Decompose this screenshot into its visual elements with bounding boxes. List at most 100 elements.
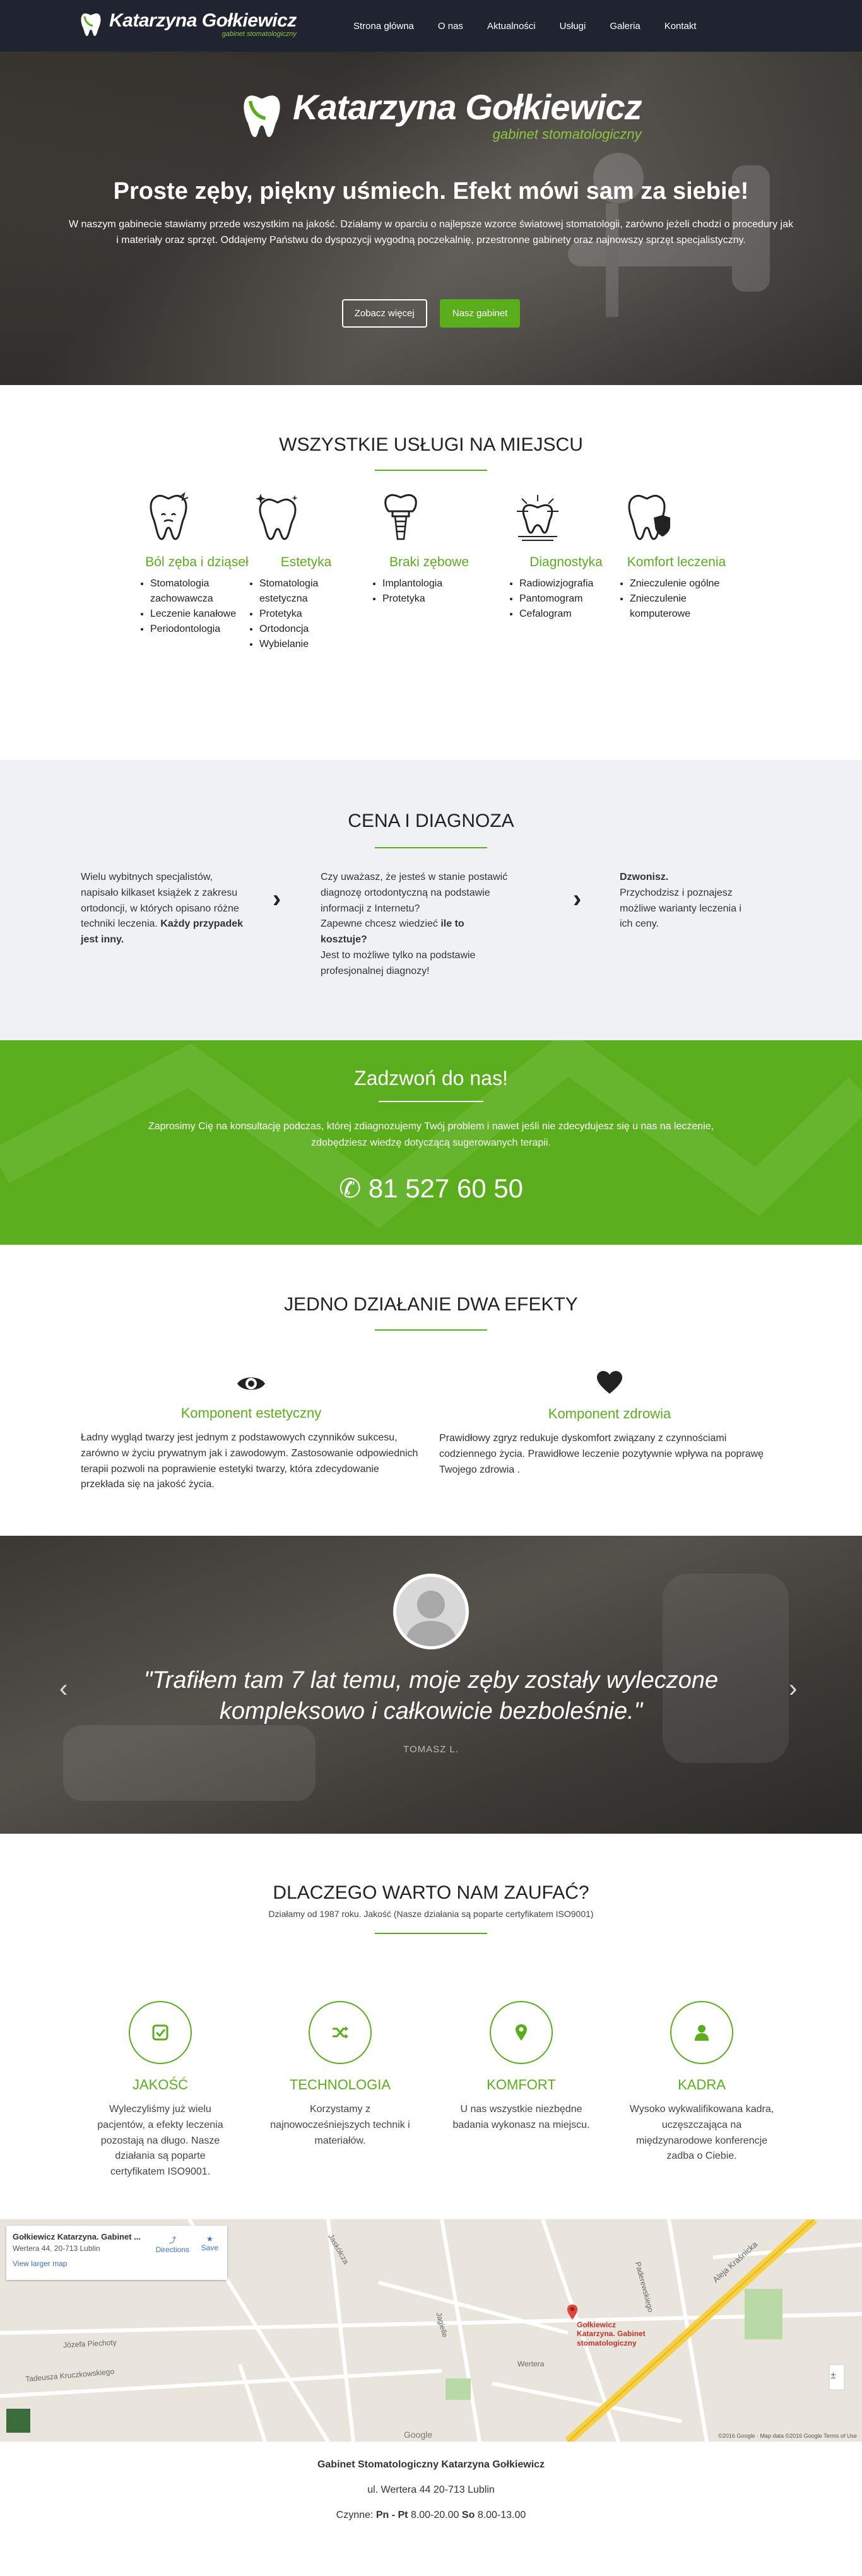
feature-text: U nas wszystkie niezbędne badania wykona… [452, 2104, 590, 2130]
service-list-item: Wybielanie [259, 637, 369, 652]
feature-title: JAKOŚĆ [132, 2077, 189, 2092]
phone-number-text: 81 527 60 50 [368, 1173, 524, 1203]
view-larger-map-link[interactable]: View larger map [13, 2259, 67, 2268]
service-title: Diagnostyka [529, 555, 603, 569]
service-list-item: Znieczulenie ogólne [630, 576, 740, 591]
phone-icon: ✆ [338, 1173, 362, 1203]
directions-button[interactable]: ⤴ Directions [156, 2235, 189, 2254]
map-place-address: Wertera 44, 20-713 Lublin [13, 2244, 100, 2253]
service-list-item: Pantomogram [519, 591, 629, 607]
see-more-button[interactable]: Zobacz więcej [341, 299, 427, 328]
nav-services[interactable]: Usługi [560, 21, 586, 32]
call-section: Zadzwoń do nas! Zaprosimy Cię na konsult… [0, 1040, 862, 1245]
save-button[interactable]: ★ Save [201, 2235, 218, 2252]
hero-buttons: Zobacz więcej Nasz gabinet [0, 299, 862, 328]
hours-label: Czynne: [336, 2510, 374, 2520]
our-office-button[interactable]: Nasz gabinet [439, 299, 521, 328]
footer-name: Gabinet Stomatologiczny Katarzyna Gołkie… [317, 2459, 545, 2470]
services-title: WSZYSTKIE USŁUGI NA MIEJSCU [279, 434, 583, 455]
hero-logo-subtitle: gabinet stomatologiczny [492, 126, 642, 142]
service-title: Braki zębowe [389, 555, 469, 569]
user-icon [670, 2001, 733, 2064]
feature-text: Wysoko wykwalifikowana kadra, uczęszczaj… [629, 2104, 774, 2162]
service-list-item: Znieczulenie komputerowe [630, 591, 740, 622]
call-text: Zaprosimy Cię na konsultację podczas, kt… [148, 1121, 714, 1148]
map-pin-icon[interactable] [567, 2304, 578, 2320]
service-list-item: Radiowizjografia [519, 576, 629, 591]
service-list-item: Cefalogram [519, 607, 629, 622]
hero-section: Katarzyna Gołkiewicz gabinet stomatologi… [0, 52, 862, 385]
nav-about[interactable]: O nas [438, 21, 463, 32]
testimonial-author: TOMASZ L. [403, 1744, 459, 1755]
health-text: Prawidłowy zgryz redukuje dyskomfort zwi… [439, 1433, 764, 1475]
footer: Gabinet Stomatologiczny Katarzyna Gołkie… [0, 2459, 862, 2521]
pricing-underline [375, 847, 487, 848]
aesthetic-component: Komponent estetyczny Ładny wygląd twarzy… [81, 1370, 422, 1493]
nav-gallery[interactable]: Galeria [610, 21, 640, 32]
carousel-prev-arrow[interactable]: ‹ [59, 1675, 68, 1703]
location-icon [490, 2001, 553, 2064]
feature-technology: TECHNOLOGIA Korzystamy z najnowocześniej… [268, 2001, 413, 2149]
dental-chair-background [568, 153, 770, 317]
street-label: Wertera [517, 2359, 545, 2368]
check-icon [129, 2001, 192, 2064]
service-list-item: Stomatologia estetyczna [259, 576, 369, 607]
nav-news[interactable]: Aktualności [487, 21, 536, 32]
pricing-col-3: Dzwonisz. Przychodzisz i poznajesz możli… [620, 870, 746, 932]
aesthetic-title: Komponent estetyczny [180, 1405, 322, 1421]
call-title: Zadzwoń do nas! [354, 1067, 508, 1089]
avatar [393, 1574, 469, 1649]
pricing-col-1: Wielu wybitnych specjalistów, napisało k… [81, 870, 245, 948]
footer-address: ul. Wertera 44 20-713 Lublin [367, 2484, 495, 2495]
feature-text: Wyleczyliśmy już wielu pacjentów, a efek… [97, 2104, 223, 2178]
phone-number[interactable]: ✆ 81 527 60 50 [0, 1173, 862, 1204]
call-underline [379, 1101, 483, 1102]
feature-comfort: KOMFORT U nas wszystkie niezbędne badani… [449, 2001, 594, 2134]
health-title: Komponent zdrowia [548, 1406, 671, 1422]
directions-label: Directions [155, 2245, 189, 2254]
hours-time-2: 8.00-13.00 [477, 2510, 526, 2520]
service-list-item: Implantologia [382, 576, 492, 591]
pricing-col3-bold: Dzwonisz. [620, 872, 669, 882]
carousel-next-arrow[interactable]: › [789, 1675, 797, 1703]
pricing-title: CENA I DIAGNOZA [348, 810, 514, 831]
feature-quality: JAKOŚĆ Wyleczyliśmy już wielu pacjentów,… [88, 2001, 233, 2180]
service-list-item: Protetyka [259, 607, 369, 622]
hero-title: Proste zęby, piękny uśmiech. Efekt mówi … [113, 178, 749, 205]
pricing-col3-text: Przychodzisz i poznajesz możliwe wariant… [620, 887, 741, 930]
directions-icon: ⤴ [168, 2236, 177, 2245]
map-pin-label: Gołkiewicz Katarzyna. Gabinet stomatolog… [577, 2320, 646, 2347]
service-title: Komfort leczenia [627, 555, 726, 569]
service-item: Diagnostyka Radiowizjografia Pantomogram… [503, 492, 629, 622]
service-item: Estetyka Stomatologia estetyczna Protety… [243, 492, 369, 652]
pricing-col2-c: Jest to możliwe tylko na podstawie profe… [321, 949, 476, 976]
pricing-col2-b: Zapewne chcesz wiedzieć [321, 918, 438, 930]
nav-home[interactable]: Strona główna [353, 21, 414, 32]
tooth-sparkle-icon [256, 494, 298, 540]
map-info-card: Gołkiewicz Katarzyna. Gabinet ... Werter… [6, 2226, 227, 2280]
service-item: Ból zęba i dziąseł Stomatologia zachowaw… [134, 492, 260, 637]
svg-text:Google: Google [404, 2430, 432, 2440]
feature-text: Korzystamy z najnowocześniejszych techni… [270, 2104, 410, 2146]
service-title: Estetyka [280, 555, 332, 569]
tooth-implant-icon [384, 494, 417, 540]
hero-logo-first: Katarzyna [293, 87, 457, 127]
why-subtitle: Działamy od 1987 roku. Jakość (Nasze dzi… [268, 1909, 594, 1919]
testimonial-quote: "Trafiłem tam 7 lat temu, moje zęby zost… [143, 1667, 719, 1725]
google-map[interactable]: ± Google Jaskółcza Aleja Kraśnicka Werte… [0, 2219, 862, 2442]
hero-text: W naszym gabinecie stawiamy przede wszys… [68, 219, 794, 246]
aesthetic-text: Ładny wygląd twarzy jest jednym z podsta… [81, 1432, 418, 1490]
service-item: Braki zębowe Implantologia Protetyka [366, 492, 492, 607]
feature-title: KADRA [678, 2077, 726, 2092]
nav-contact[interactable]: Kontakt [664, 21, 697, 32]
why-title: DLACZEGO WARTO NAM ZAUFAĆ? [273, 1882, 589, 1903]
star-icon: ★ [206, 2235, 213, 2243]
heart-icon [439, 1370, 780, 1399]
shuffle-icon [309, 2001, 372, 2064]
why-underline [375, 1933, 487, 1934]
footer-hours: Czynne: Pn - Pt 8.00-20.00 So 8.00-13.00 [0, 2510, 862, 2521]
hours-time-1: 8.00-20.00 [410, 2510, 459, 2520]
svg-text:±: ± [830, 2370, 836, 2381]
site-logo[interactable]: Katarzyna Gołkiewicz gabinet stomatologi… [79, 11, 297, 38]
testimonial-section: ‹ › "Trafiłem tam 7 lat temu, moje zęby … [0, 1536, 862, 1834]
